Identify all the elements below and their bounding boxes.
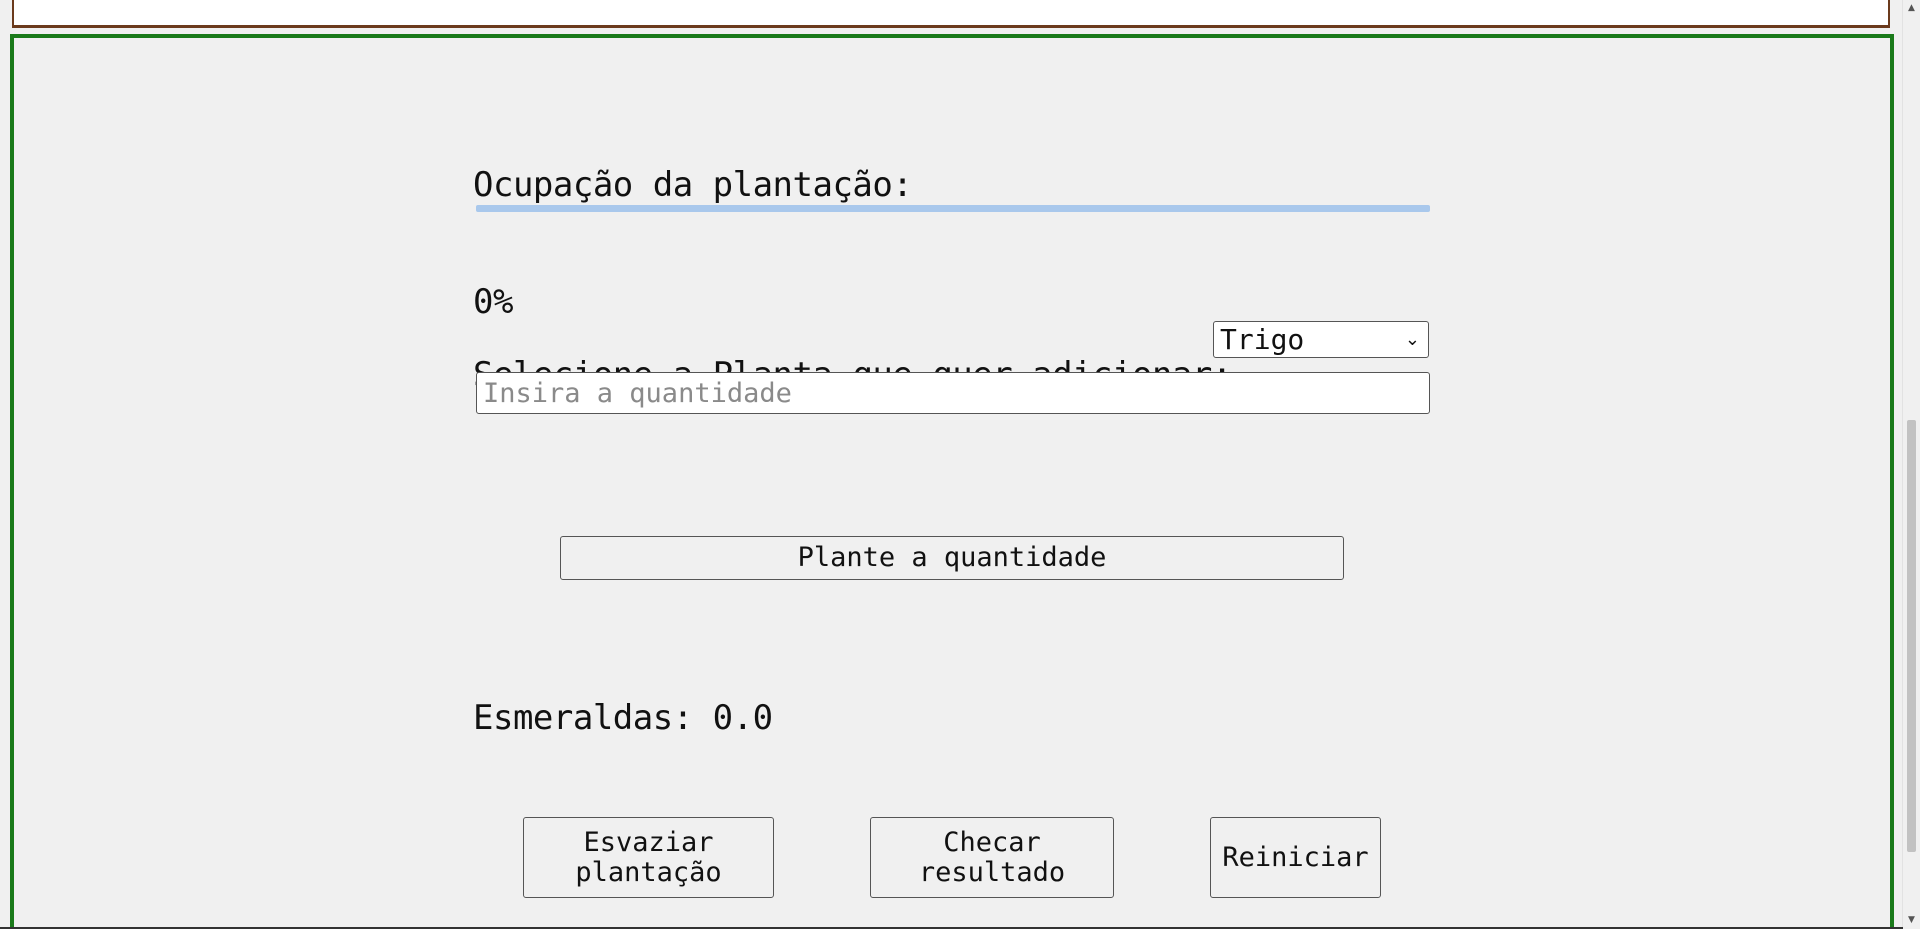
quantity-input[interactable] [476,372,1430,414]
restart-button[interactable]: Reiniciar [1210,817,1381,898]
vertical-scrollbar[interactable]: ▲ ▼ [1902,0,1920,929]
empty-plantation-button[interactable]: Esvaziar plantação [523,817,774,898]
scrollbar-thumb[interactable] [1907,420,1916,852]
top-panel [12,0,1890,28]
check-result-button[interactable]: Checar resultado [870,817,1114,898]
plant-select-value: Trigo [1220,323,1305,356]
plant-select[interactable]: Trigo ⌄ [1213,321,1429,358]
occupancy-label: Ocupação da plantação: [473,165,913,205]
scroll-down-icon[interactable]: ▼ [1903,912,1920,929]
emeralds-count: Esmeraldas: 0.0 [473,698,773,738]
plantation-panel [10,34,1894,929]
occupancy-percent: 0% [473,282,513,322]
occupancy-progress-bar [476,205,1430,212]
plant-quantity-button[interactable]: Plante a quantidade [560,536,1344,580]
chevron-down-icon: ⌄ [1404,329,1420,350]
scroll-up-icon[interactable]: ▲ [1903,0,1920,17]
